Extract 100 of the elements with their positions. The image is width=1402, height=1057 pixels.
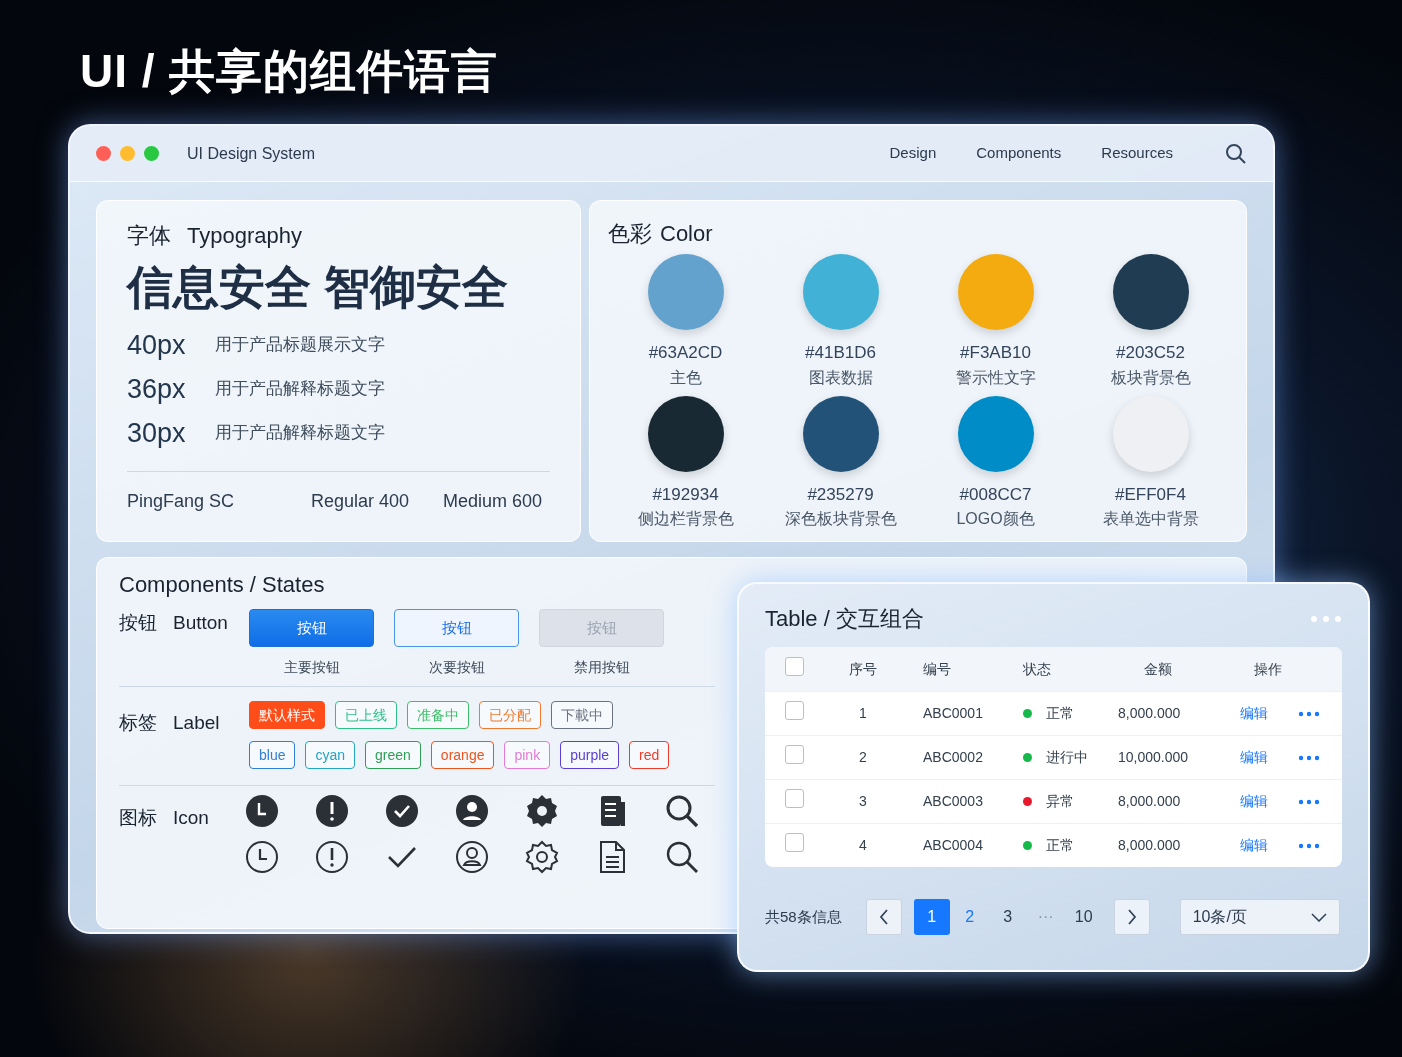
usage-text: 用于产品标题展示文字	[215, 334, 385, 357]
tag: blue	[249, 741, 296, 770]
button-caption: 禁用按钮	[573, 658, 630, 677]
edit-link[interactable]: 编辑	[1240, 747, 1268, 768]
minimize-window-button[interactable]	[120, 146, 135, 161]
more-icon[interactable]	[1298, 710, 1320, 717]
color-usage: 表单选中背景	[1102, 509, 1199, 529]
panel-heading: Components / States	[119, 571, 326, 599]
edit-link[interactable]: 编辑	[1240, 791, 1268, 812]
row-label: Label	[173, 711, 220, 735]
alert-icon	[315, 794, 349, 829]
color-code: #008CC7	[959, 483, 1032, 506]
checkbox[interactable]	[785, 701, 804, 720]
button-caption: 次要按钮	[428, 658, 485, 677]
table-cell: 8,000.000	[1118, 837, 1181, 853]
size-text: 40px	[127, 328, 187, 362]
edit-link[interactable]: 编辑	[1240, 703, 1268, 724]
font-spec-text: Medium 600	[443, 490, 543, 514]
tag: green	[365, 741, 421, 770]
table-cell: ABC0001	[923, 705, 983, 721]
row-label: Button	[173, 611, 228, 635]
color-usage: 深色板块背景色	[784, 509, 897, 529]
column-header: 操作	[1254, 660, 1282, 677]
table-cell: ABC0004	[923, 837, 983, 853]
search-icon	[665, 794, 699, 829]
size-text: 30px	[127, 416, 187, 450]
usage-text: 用于产品解释标题文字	[215, 422, 385, 445]
checkbox[interactable]	[785, 745, 804, 764]
search-icon	[665, 840, 699, 875]
tag: 已上线	[335, 701, 397, 730]
nav-link[interactable]: Resources	[1101, 142, 1173, 165]
chevron-down-icon	[1310, 912, 1327, 922]
next-page-button[interactable]	[1113, 899, 1150, 935]
page-button[interactable]: 10	[1065, 899, 1102, 935]
tag: 默认样式	[249, 701, 325, 730]
search-icon[interactable]	[1225, 142, 1247, 165]
secondary-button[interactable]: 按钮	[394, 609, 519, 647]
table-cell: 8,000.000	[1118, 705, 1181, 721]
color-usage: 警示性文字	[955, 367, 1036, 388]
maximize-window-button[interactable]	[144, 146, 159, 161]
previous-page-button[interactable]	[865, 899, 902, 935]
chevron-left-icon	[878, 909, 889, 925]
color-usage: 侧边栏背景色	[637, 509, 734, 529]
tag: red	[629, 741, 670, 770]
row-label: 图标	[119, 806, 157, 831]
tag: cyan	[305, 741, 356, 770]
usage-text: 用于产品解释标题文字	[215, 378, 385, 401]
table-cell: 2	[859, 749, 867, 765]
tag: orange	[430, 741, 495, 770]
table-cell: 3	[859, 793, 867, 809]
column-header: 编号	[923, 660, 951, 677]
sample-text: 信息安全 智御安全	[127, 260, 509, 315]
size-text: 36px	[127, 372, 187, 406]
table-cell: ABC0002	[923, 749, 983, 765]
page-size-select[interactable]: 10条/页	[1179, 899, 1340, 935]
more-icon[interactable]	[1298, 754, 1320, 761]
more-icon[interactable]	[1298, 798, 1320, 805]
edit-link[interactable]: 编辑	[1240, 835, 1268, 856]
table-cell: 4	[859, 837, 867, 853]
alert-icon	[315, 840, 349, 875]
column-header: 金额	[1144, 660, 1172, 677]
status-text: 异常	[1046, 792, 1074, 811]
color-code: #203C52	[1116, 342, 1185, 364]
table-cell: ABC0003	[923, 793, 983, 809]
status-text: 正常	[1046, 704, 1074, 723]
user-icon	[455, 840, 489, 875]
table-cell: 1	[859, 705, 867, 721]
total-text: 共58条信息	[765, 906, 842, 927]
color-usage: 板块背景色	[1110, 367, 1191, 388]
clock-icon	[245, 840, 279, 875]
tag: purple	[560, 741, 620, 770]
page-button[interactable]: 3	[989, 899, 1026, 935]
color-usage: 主色	[669, 367, 702, 388]
tag: pink	[504, 741, 551, 770]
page-title: UI / 共享的组件语言	[80, 48, 500, 94]
more-icon[interactable]	[1298, 842, 1320, 849]
clock-icon	[245, 794, 279, 829]
nav-link[interactable]: Components	[976, 142, 1062, 165]
nav-link[interactable]: Design	[889, 142, 937, 165]
primary-button[interactable]: 按钮	[249, 609, 374, 647]
close-window-button[interactable]	[96, 146, 111, 161]
color-code: #F3AB10	[960, 342, 1031, 364]
table-cell: 10,000.000	[1118, 749, 1189, 765]
page-button[interactable]: 1	[913, 899, 950, 935]
page-button[interactable]: 2	[951, 899, 988, 935]
panel-heading: Typography	[187, 222, 302, 250]
status-text: 正常	[1046, 836, 1074, 855]
tag: 下載中	[551, 701, 613, 730]
window-title: UI Design System	[187, 143, 316, 164]
checkbox[interactable]	[785, 833, 804, 852]
font-spec-text: Regular 400	[311, 490, 411, 514]
checkbox[interactable]	[785, 656, 804, 676]
ellipsis-text: ···	[1036, 907, 1055, 927]
row-label: Icon	[173, 806, 209, 831]
row-label: 按钮	[119, 611, 157, 635]
color-code: #63A2CD	[648, 342, 723, 364]
tag: 已分配	[479, 701, 541, 730]
checkbox[interactable]	[785, 789, 804, 808]
panel-heading: Color	[660, 220, 713, 248]
color-code: #EFF0F4	[1115, 483, 1186, 506]
